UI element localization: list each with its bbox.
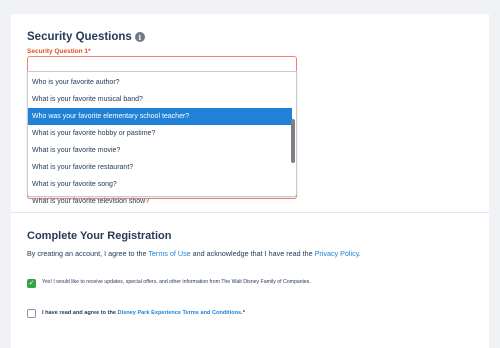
dropdown-option[interactable]: What is your favorite song?: [28, 176, 292, 193]
dropdown-option[interactable]: Who is your favorite author?: [28, 74, 292, 91]
registration-title: Complete Your Registration: [27, 230, 172, 242]
security-question-1-label-text: Security Question 1: [27, 48, 89, 55]
option-list: Who is your favorite author? What is your…: [28, 74, 292, 210]
dropdown-option[interactable]: What is your favorite hobby or pastime?: [28, 125, 292, 142]
optin-row: ✓ Yes! I would like to receive updates, …: [27, 278, 372, 288]
terms-prefix: I have read and agree to the: [42, 310, 118, 316]
dropdown-option[interactable]: What is your favorite musical band?: [28, 91, 292, 108]
agreement-middle: and acknowledge that I have read the: [190, 249, 315, 258]
required-asterisk: *: [88, 48, 91, 55]
security-question-1-select[interactable]: [27, 56, 297, 72]
terms-checkbox[interactable]: [27, 309, 36, 318]
dropdown-option[interactable]: What is your favorite movie?: [28, 142, 292, 159]
checkbox-checked-icon: ✓: [28, 280, 35, 287]
security-question-1-label: Security Question 1*: [27, 48, 91, 55]
security-questions-heading: Security Questions i: [27, 31, 145, 43]
terms-row: I have read and agree to the Disney Park…: [27, 308, 372, 318]
security-question-dropdown-list[interactable]: Who is your favorite author? What is your…: [27, 71, 297, 205]
dropdown-option[interactable]: What is your favorite restaurant?: [28, 159, 292, 176]
dropdown-option[interactable]: Who was your favorite elementary school …: [28, 108, 292, 125]
agreement-text: By creating an account, I agree to the T…: [27, 248, 367, 259]
agreement-prefix: By creating an account, I agree to the: [27, 249, 149, 258]
terms-label: I have read and agree to the Disney Park…: [42, 309, 372, 317]
agreement-suffix: .: [358, 249, 361, 258]
optin-checkbox[interactable]: ✓: [27, 279, 36, 288]
info-icon[interactable]: i: [134, 32, 145, 42]
optin-label: Yes! I would like to receive updates, sp…: [42, 279, 311, 285]
security-questions-title: Security Questions: [27, 31, 132, 43]
dropdown-option[interactable]: What is your favorite television show?: [28, 193, 292, 210]
privacy-policy-link[interactable]: Privacy Policy: [315, 249, 359, 258]
terms-required-asterisk: *: [242, 310, 245, 316]
terms-of-use-link[interactable]: Terms of Use: [148, 249, 190, 258]
dropdown-scrollbar-thumb[interactable]: [291, 119, 295, 163]
park-terms-link[interactable]: Disney Park Experience Terms and Conditi…: [118, 310, 243, 316]
registration-card: Complete Your Registration By creating a…: [11, 212, 489, 348]
security-questions-card: Security Questions i Security Question 1…: [11, 14, 489, 212]
